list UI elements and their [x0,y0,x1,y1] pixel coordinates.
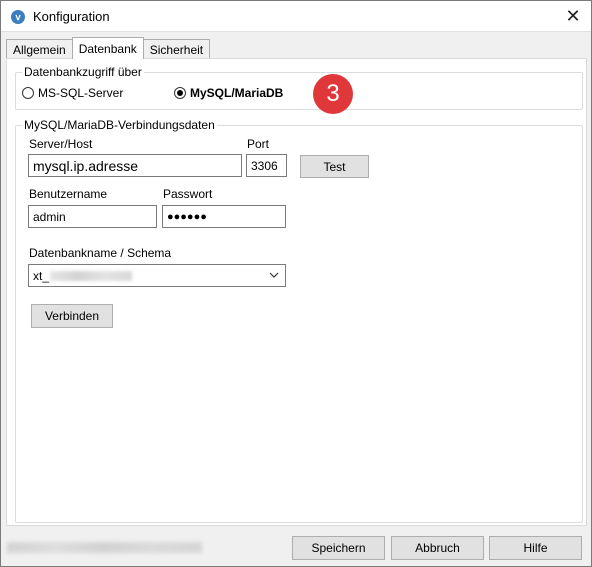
chevron-down-icon[interactable] [269,270,279,282]
radio-mysql-label: MySQL/MariaDB [190,86,284,100]
window-title: Konfiguration [33,9,110,24]
save-button-label: Speichern [311,541,366,555]
port-input[interactable]: 3306 [246,154,287,177]
dbname-label: Datenbankname / Schema [29,246,172,260]
connect-button[interactable]: Verbinden [31,304,113,328]
radio-mssql[interactable]: MS-SQL-Server [22,86,123,100]
password-value: ●●●●●● [167,210,207,223]
help-button[interactable]: Hilfe [489,536,582,560]
radio-mssql-circle[interactable] [22,87,34,99]
port-value: 3306 [251,158,278,173]
mysql-connection-legend: MySQL/MariaDB-Verbindungsdaten [22,118,217,132]
tab-datenbank[interactable]: Datenbank [71,37,144,59]
server-host-value: mysql.ip.adresse [33,157,139,174]
db-access-group: Datenbankzugriff über MS-SQL-Server MySQ… [15,65,583,110]
status-text-redacted [7,542,202,553]
save-button[interactable]: Speichern [292,536,385,560]
close-icon[interactable]: ✕ [555,1,591,32]
radio-mysql[interactable]: MySQL/MariaDB [174,86,283,100]
username-label: Benutzername [29,187,108,201]
tab-allgemein[interactable]: Allgemein [6,39,73,59]
db-access-legend: Datenbankzugriff über [22,65,144,79]
title-bar: ⅴ Konfiguration ✕ [1,1,591,32]
radio-mysql-circle[interactable] [174,87,186,99]
server-label: Server/Host [29,137,93,151]
port-label: Port [247,137,270,151]
radio-mssql-label: MS-SQL-Server [38,86,124,100]
tab-panel-datenbank: Datenbankzugriff über MS-SQL-Server MySQ… [6,58,587,526]
username-input[interactable]: admin [28,205,157,228]
test-button[interactable]: Test [300,155,369,178]
server-host-input[interactable]: mysql.ip.adresse [28,154,242,177]
cancel-button[interactable]: Abbruch [391,536,484,560]
username-value: admin [33,209,66,224]
password-label: Passwort [163,187,213,201]
tab-sicherheit[interactable]: Sicherheit [142,39,211,59]
settings-app-icon: ⅴ [11,10,25,24]
dbname-redacted [50,270,133,281]
step-badge: 3 [313,74,353,114]
dbname-select[interactable]: xt_ [28,264,286,287]
tab-strip: Allgemein Datenbank Sicherheit [6,37,211,59]
password-input[interactable]: ●●●●●● [162,205,286,228]
dbname-value: xt_ [33,268,50,283]
configuration-window: ⅴ Konfiguration ✕ Allgemein Datenbank Si… [0,0,592,567]
